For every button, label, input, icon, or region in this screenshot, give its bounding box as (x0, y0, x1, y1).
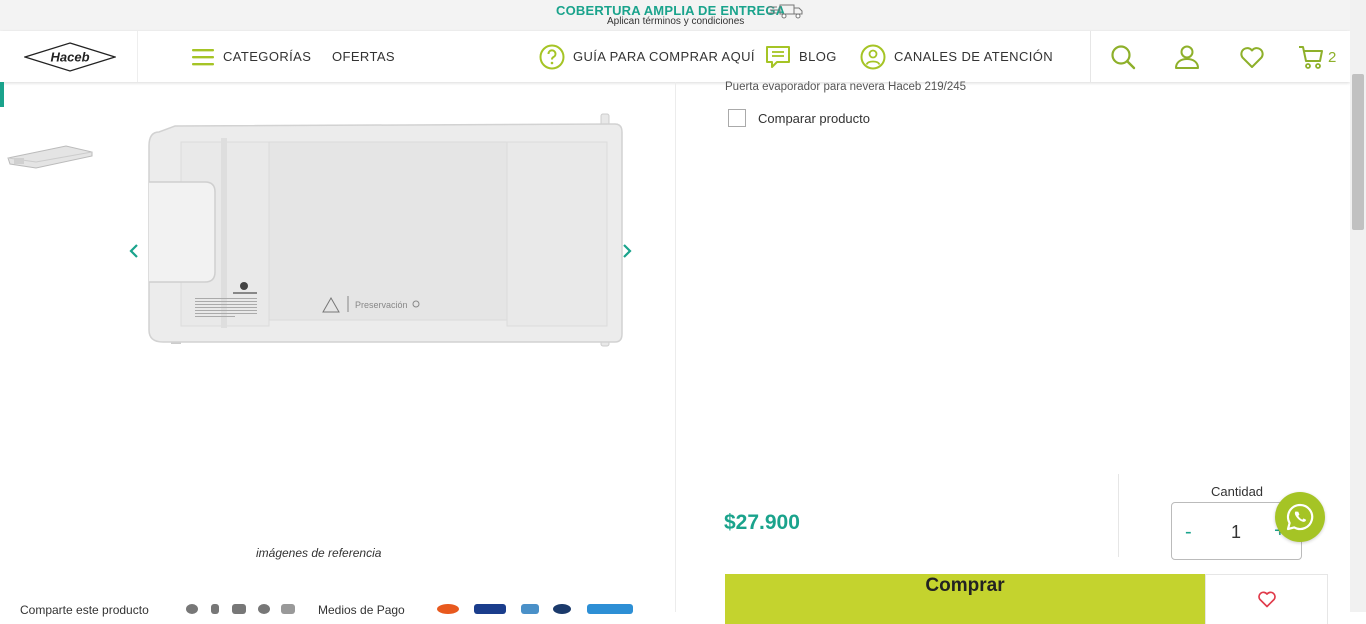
cart-button[interactable]: 2 (1298, 43, 1336, 71)
diners-icon (553, 604, 571, 614)
heart-icon (1240, 47, 1264, 68)
visa-icon (474, 604, 506, 614)
facebook-share-icon[interactable] (211, 604, 219, 614)
mastercard-icon (437, 604, 459, 614)
support-icon (860, 44, 886, 69)
nav-guide[interactable]: GUÍA PARA COMPRAR AQUÍ (539, 31, 755, 82)
scrollbar-thumb[interactable] (1352, 74, 1364, 230)
column-divider (675, 82, 676, 612)
mercadopago-icon (587, 604, 633, 614)
cart-count: 2 (1328, 48, 1337, 66)
whatsapp-chat-button[interactable] (1275, 492, 1325, 542)
page-scrollbar[interactable] (1350, 0, 1366, 612)
nav-blog[interactable]: BLOG (765, 31, 837, 82)
nav-offers[interactable]: OFERTAS (332, 31, 395, 82)
gallery-prev-arrow[interactable] (127, 242, 141, 260)
svg-text:Haceb: Haceb (50, 50, 89, 65)
quantity-divider (1118, 474, 1119, 557)
header-divider (1090, 31, 1091, 82)
nav-channels[interactable]: CANALES DE ATENCIÓN (860, 31, 1053, 82)
product-thumbnail[interactable] (6, 140, 94, 172)
main-header: Haceb CATEGORÍAS OFERTAS GUÍA PARA COMPR… (0, 31, 1350, 82)
logo-link[interactable]: Haceb (0, 31, 138, 82)
chat-icon (766, 45, 790, 68)
promo-bar: COBERTURA AMPLIA DE ENTREGA Aplican térm… (0, 0, 1366, 31)
quantity-value[interactable]: 1 (1231, 522, 1241, 543)
nav-channels-label: CANALES DE ATENCIÓN (894, 49, 1054, 64)
account-button[interactable] (1174, 43, 1200, 71)
pinterest-share-icon[interactable] (258, 604, 270, 614)
twitter-share-icon[interactable] (232, 604, 246, 614)
whatsapp-share-icon[interactable] (186, 604, 198, 614)
nav-blog-label: BLOG (799, 49, 837, 64)
quantity-decrease-button[interactable]: - (1185, 521, 1192, 544)
question-icon (539, 44, 565, 69)
wishlist-button[interactable] (1239, 43, 1265, 71)
buy-button[interactable]: Comprar (725, 574, 1205, 624)
embed-share-icon[interactable] (281, 604, 295, 614)
heart-outline-icon (1258, 591, 1276, 608)
product-image: Preservación (148, 113, 623, 347)
menu-icon (192, 48, 214, 65)
terms-link[interactable]: Aplican términos y condiciones (607, 16, 744, 27)
compare-product-label: Comparar producto (758, 110, 870, 126)
add-to-wishlist-button[interactable] (1205, 574, 1328, 624)
nav-categories[interactable]: CATEGORÍAS (191, 31, 311, 82)
user-icon (1175, 45, 1199, 69)
quantity-label: Cantidad (1211, 484, 1264, 499)
share-label: Comparte este producto (20, 603, 149, 617)
product-price: $27.900 (724, 511, 800, 534)
amex-icon (521, 604, 539, 614)
reference-caption: imágenes de referencia (256, 546, 382, 560)
checkbox-box[interactable] (728, 109, 746, 127)
nav-guide-label: GUÍA PARA COMPRAR AQUÍ (573, 49, 755, 64)
payment-label: Medios de Pago (318, 603, 405, 617)
nav-offers-label: OFERTAS (332, 49, 395, 64)
nav-categories-label: CATEGORÍAS (223, 49, 312, 64)
search-icon (1111, 45, 1136, 70)
active-indicator (0, 82, 4, 107)
search-button[interactable] (1110, 43, 1136, 71)
haceb-logo: Haceb (24, 42, 116, 72)
compare-product-checkbox[interactable]: Comparar producto (728, 109, 870, 127)
product-description: Puerta evaporador para nevera Haceb 219/… (725, 81, 967, 93)
footer-strip: Comparte este producto Medios de Pago (20, 603, 640, 617)
truck-icon (768, 4, 803, 19)
svg-text:Preservación: Preservación (355, 300, 408, 310)
cart-icon (1299, 46, 1323, 69)
whatsapp-icon (1286, 503, 1314, 531)
